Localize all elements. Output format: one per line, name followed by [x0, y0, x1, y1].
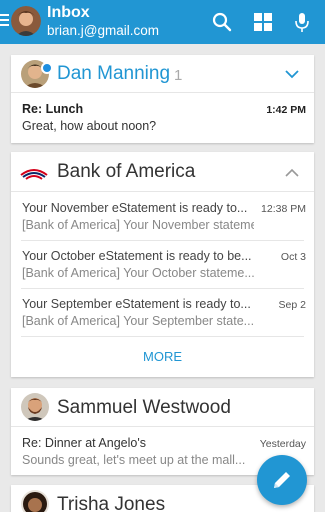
divider	[11, 92, 314, 93]
message-time: Yesterday	[259, 438, 306, 450]
grid-icon[interactable]	[252, 11, 274, 33]
bank-of-america-logo-icon	[20, 169, 48, 180]
more-button[interactable]: MORE	[11, 349, 314, 364]
thread-count: 1	[174, 67, 183, 84]
message-subject: Your September eStatement is ready to...	[22, 297, 251, 311]
message-time: Oct 3	[280, 251, 306, 263]
app-bar: Inbox brian.j@gmail.com	[0, 0, 325, 44]
unread-indicator	[41, 62, 53, 74]
account-avatar[interactable]	[11, 6, 41, 36]
message-time: Sep 2	[278, 299, 306, 311]
message-subject: Re: Lunch	[22, 102, 84, 116]
search-icon[interactable]	[211, 11, 233, 33]
thread-sender: Bank of America	[57, 161, 196, 182]
compose-button[interactable]	[257, 455, 307, 505]
inbox-title: Inbox	[47, 4, 90, 21]
avatar	[21, 490, 49, 512]
message-subject: Your October eStatement is ready to be..…	[22, 249, 252, 263]
message-preview: Great, how about noon?	[22, 119, 157, 133]
message-time: 1:42 PM	[266, 104, 306, 116]
hamburger-icon[interactable]	[0, 14, 10, 30]
message-preview: [Bank of America] Your October stateme..…	[22, 266, 254, 280]
thread-sender: Sammuel Westwood	[57, 397, 231, 418]
divider	[11, 191, 314, 192]
thread-card-dan-manning[interactable]: Dan Manning 1 Re: Lunch Great, how about…	[11, 55, 314, 143]
message-time: 12:38 PM	[261, 203, 306, 215]
thread-card-bank-of-america[interactable]: Bank of America Your November eStatement…	[11, 152, 314, 377]
account-email[interactable]: brian.j@gmail.com	[47, 23, 159, 38]
message-preview: Sounds great, let's meet up at the mall.…	[22, 453, 246, 467]
divider	[11, 426, 314, 427]
chevron-down-icon[interactable]	[284, 69, 300, 79]
message-subject: Your November eStatement is ready to...	[22, 201, 248, 215]
thread-sender: Trisha Jones	[57, 494, 166, 512]
thread-sender: Dan Manning	[57, 63, 171, 84]
divider	[21, 336, 304, 337]
avatar	[21, 393, 49, 421]
chevron-up-icon[interactable]	[284, 168, 300, 178]
microphone-icon[interactable]	[291, 11, 313, 33]
divider	[21, 240, 304, 241]
message-preview: [Bank of America] Your November stateme.…	[22, 218, 254, 232]
message-subject: Re: Dinner at Angelo's	[22, 436, 146, 450]
message-preview: [Bank of America] Your September state..…	[22, 314, 254, 328]
divider	[21, 288, 304, 289]
pencil-icon	[274, 472, 290, 488]
